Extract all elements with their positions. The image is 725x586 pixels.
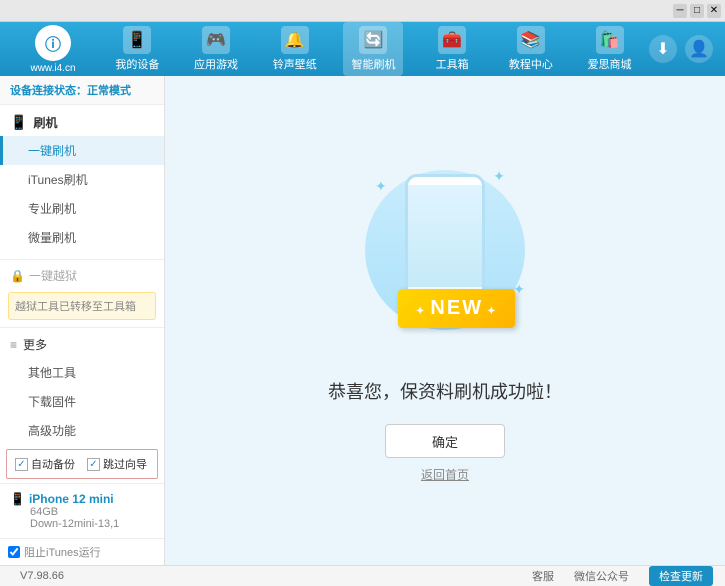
lock-icon: 🔒	[10, 269, 25, 283]
sidebar-footer: 阻止iTunes运行	[0, 538, 164, 565]
more-label: 更多	[23, 336, 47, 353]
nav-item-apps-games[interactable]: 🎮 应用游戏	[186, 22, 246, 76]
confirm-button[interactable]: 确定	[385, 424, 505, 458]
status-value: 正常模式	[87, 85, 131, 97]
mall-label: 爱思商城	[588, 56, 632, 72]
nav-items: 📱 我的设备 🎮 应用游戏 🔔 铃声壁纸 🔄 智能刷机 🧰 工具箱 📚	[98, 22, 649, 76]
checkboxes-row: ✓ 自动备份 ✓ 跳过向导	[6, 449, 158, 479]
device-info: 📱 iPhone 12 mini 64GB Down-12mini-13,1	[0, 483, 164, 538]
device-storage: 64GB	[10, 506, 154, 518]
bottom-bar: V7.98.66 客服 微信公众号 检查更新	[0, 565, 725, 586]
check-update-button[interactable]: 检查更新	[649, 566, 713, 586]
mall-icon: 🛍️	[596, 26, 624, 54]
logo-icon: ⓘ	[35, 25, 71, 61]
wechat-link[interactable]: 微信公众号	[574, 568, 629, 584]
top-nav: ⓘ www.i4.cn 📱 我的设备 🎮 应用游戏 🔔 铃声壁纸 🔄 智能刷机	[0, 22, 725, 76]
apps-games-icon: 🎮	[202, 26, 230, 54]
phone-screen	[408, 185, 482, 287]
return-link[interactable]: 返回首页	[421, 466, 469, 483]
logo-url: www.i4.cn	[30, 63, 75, 74]
maximize-button[interactable]: □	[690, 4, 704, 18]
main-panel: ✦ ✦ ✦ NEW 恭喜您，保资料刷机成功啦！ 确定 返回首页	[165, 76, 725, 565]
toolbox-label: 工具箱	[436, 56, 469, 72]
smart-flash-icon: 🔄	[359, 26, 387, 54]
sparkle-1-icon: ✦	[375, 178, 387, 195]
divider-2	[0, 327, 164, 328]
close-button[interactable]: ✕	[707, 4, 721, 18]
sidebar-item-micro-flash[interactable]: 微量刷机	[0, 223, 164, 252]
nav-item-mall[interactable]: 🛍️ 爱思商城	[580, 22, 640, 76]
nav-item-tutorial[interactable]: 📚 教程中心	[501, 22, 561, 76]
app-container: ⓘ www.i4.cn 📱 我的设备 🎮 应用游戏 🔔 铃声壁纸 🔄 智能刷机	[0, 22, 725, 523]
sidebar-item-pro-flash[interactable]: 专业刷机	[0, 194, 164, 223]
titlebar: ─ □ ✕	[0, 0, 725, 22]
account-button[interactable]: 👤	[685, 35, 713, 63]
toolbox-icon: 🧰	[438, 26, 466, 54]
jailbreak-section-header: 🔒 一键越狱	[0, 263, 164, 288]
content-area: 设备连接状态：正常模式 📱 刷机 一键刷机 iTunes刷机 专业刷机 微量刷机…	[0, 76, 725, 565]
skip-wizard-box: ✓	[87, 458, 100, 471]
jailbreak-label: 一键越狱	[29, 267, 77, 284]
nav-right: ⬇ 👤	[649, 35, 713, 63]
my-device-icon: 📱	[123, 26, 151, 54]
status-bar: 设备连接状态：正常模式	[0, 76, 164, 105]
auto-backup-checkbox[interactable]: ✓ 自动备份	[15, 456, 75, 472]
customer-service-link[interactable]: 客服	[532, 568, 554, 584]
version-label: V7.98.66	[20, 570, 64, 582]
itunes-checkbox[interactable]	[8, 546, 20, 558]
new-badge: NEW	[398, 289, 515, 328]
sidebar-item-one-click-flash[interactable]: 一键刷机	[0, 136, 164, 165]
jailbreak-notice: 越狱工具已转移至工具箱	[8, 292, 156, 320]
success-text: 恭喜您，保资料刷机成功啦！	[328, 378, 562, 404]
logo-text: ⓘ	[45, 31, 61, 55]
sidebar-item-download-firmware[interactable]: 下载固件	[0, 387, 164, 416]
divider-1	[0, 259, 164, 260]
auto-backup-label: 自动备份	[31, 456, 75, 472]
apps-games-label: 应用游戏	[194, 56, 238, 72]
skip-wizard-label: 跳过向导	[103, 456, 147, 472]
nav-item-ringtones[interactable]: 🔔 铃声壁纸	[265, 22, 325, 76]
skip-wizard-checkbox[interactable]: ✓ 跳过向导	[87, 456, 147, 472]
smart-flash-label: 智能刷机	[351, 56, 395, 72]
flash-label: 刷机	[33, 114, 57, 131]
tutorial-label: 教程中心	[509, 56, 553, 72]
sidebar-item-itunes-flash[interactable]: iTunes刷机	[0, 165, 164, 194]
device-phone-icon: 📱	[10, 492, 25, 506]
illustration: ✦ ✦ ✦ NEW	[345, 158, 545, 358]
download-button[interactable]: ⬇	[649, 35, 677, 63]
logo-area: ⓘ www.i4.cn	[8, 25, 98, 74]
sidebar-item-advanced[interactable]: 高级功能	[0, 416, 164, 445]
status-label: 设备连接状态：	[10, 85, 87, 97]
more-section-header: ≡ 更多	[0, 331, 164, 358]
ringtones-label: 铃声壁纸	[273, 56, 317, 72]
my-device-label: 我的设备	[115, 56, 159, 72]
flash-section: 📱 刷机 一键刷机 iTunes刷机 专业刷机 微量刷机	[0, 105, 164, 256]
device-name: iPhone 12 mini	[29, 492, 114, 506]
flash-icon: 📱	[10, 114, 27, 131]
sidebar: 设备连接状态：正常模式 📱 刷机 一键刷机 iTunes刷机 专业刷机 微量刷机…	[0, 76, 165, 565]
minimize-button[interactable]: ─	[673, 4, 687, 18]
device-version: Down-12mini-13,1	[10, 518, 154, 530]
flash-section-header: 📱 刷机	[0, 109, 164, 136]
nav-item-toolbox[interactable]: 🧰 工具箱	[422, 22, 482, 76]
auto-backup-box: ✓	[15, 458, 28, 471]
sidebar-item-other-tools[interactable]: 其他工具	[0, 358, 164, 387]
nav-item-my-device[interactable]: 📱 我的设备	[107, 22, 167, 76]
ringtones-icon: 🔔	[281, 26, 309, 54]
sparkle-2-icon: ✦	[493, 168, 505, 185]
itunes-label: 阻止iTunes运行	[24, 544, 101, 560]
nav-item-smart-flash[interactable]: 🔄 智能刷机	[343, 22, 403, 76]
tutorial-icon: 📚	[517, 26, 545, 54]
more-icon: ≡	[10, 338, 17, 352]
